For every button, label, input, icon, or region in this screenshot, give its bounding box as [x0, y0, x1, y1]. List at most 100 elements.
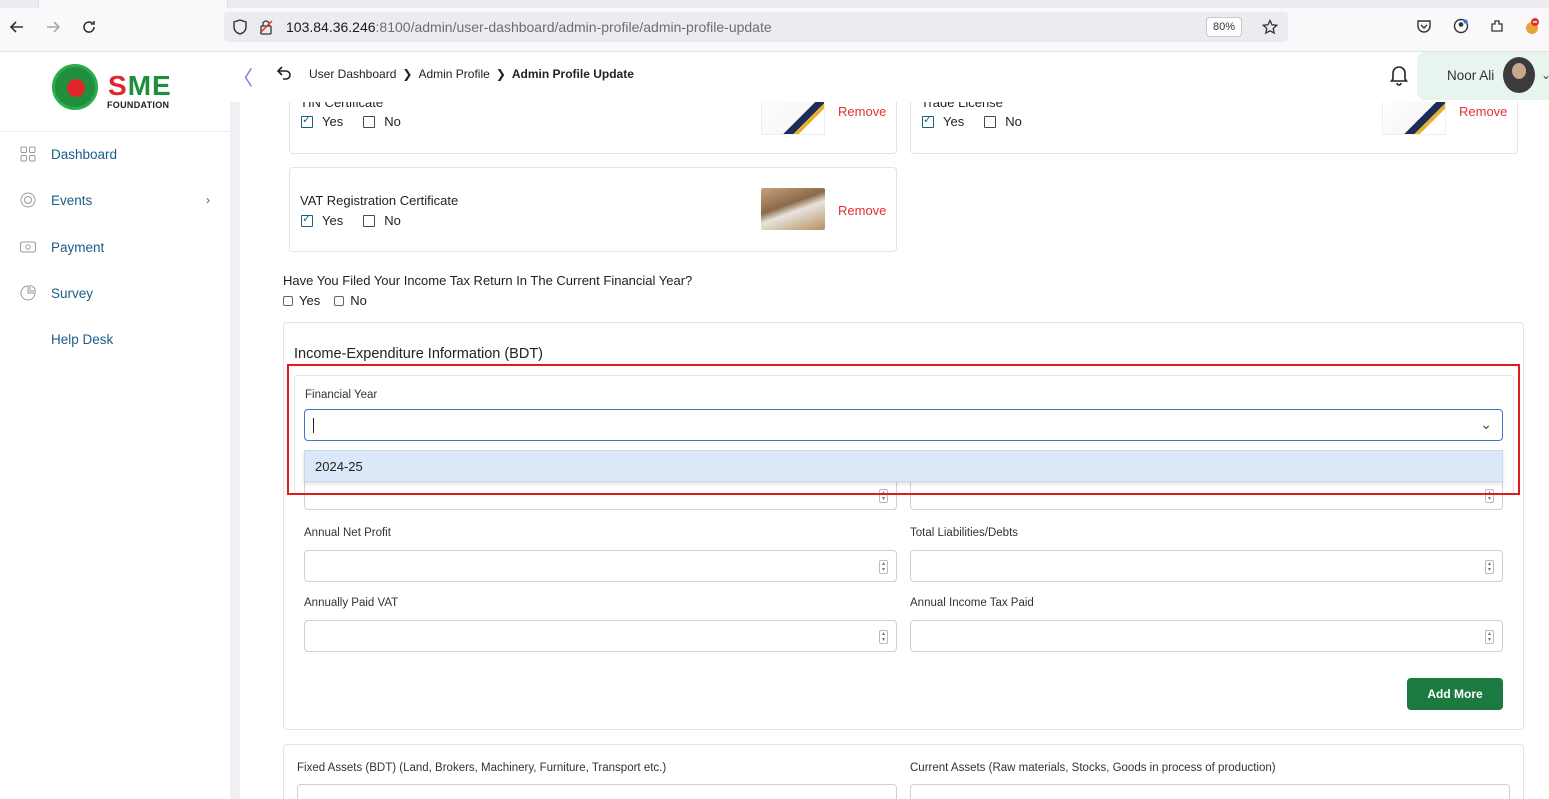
- annual-income-tax-label: Annual Income Tax Paid: [910, 597, 1034, 609]
- sidebar-item-label: Survey: [51, 285, 94, 301]
- breadcrumb-current: Admin Profile Update: [511, 67, 634, 81]
- reload-icon[interactable]: [78, 16, 100, 38]
- chevron-down-icon: ⌄: [1541, 68, 1549, 82]
- sidebar-item-label: Events: [51, 192, 93, 208]
- breadcrumb-user-dashboard[interactable]: User Dashboard: [309, 67, 396, 81]
- trade-license-thumbnail[interactable]: [1382, 102, 1446, 135]
- trade-no-checkbox[interactable]: [984, 115, 997, 128]
- sidebar-item-label: Payment: [51, 239, 105, 255]
- hidden-input-right[interactable]: ▴ ▾: [910, 479, 1503, 510]
- dropdown-option-2024-25[interactable]: 2024-25: [315, 459, 363, 474]
- vat-remove-link[interactable]: Remove: [838, 203, 886, 218]
- income-expenditure-card: Income-Expenditure Information (BDT) Fin…: [283, 322, 1524, 730]
- spinner-icon[interactable]: ▴ ▾: [1485, 489, 1494, 503]
- annual-net-profit-input[interactable]: ▴ ▾: [304, 550, 897, 582]
- active-tab[interactable]: [38, 0, 228, 8]
- breadcrumb: User Dashboard ❯ Admin Profile ❯ Admin P…: [309, 67, 634, 81]
- fixed-assets-input[interactable]: [297, 784, 897, 799]
- annual-income-tax-input[interactable]: ▴ ▾: [910, 620, 1503, 652]
- pie-chart-icon: [18, 283, 38, 303]
- sme-foundation-logo[interactable]: SME FOUNDATION: [52, 60, 174, 112]
- add-more-button[interactable]: Add More: [1407, 678, 1503, 710]
- sidebar-item-payment[interactable]: Payment: [18, 235, 218, 259]
- avatar: [1503, 57, 1535, 93]
- chevron-right-icon: ›: [206, 193, 210, 207]
- chevron-down-icon[interactable]: ⌄: [1480, 416, 1492, 433]
- tin-remove-link[interactable]: Remove: [838, 104, 886, 119]
- url-bar[interactable]: 103.84.36.246:8100/admin/user-dashboard/…: [224, 12, 1288, 42]
- extension-badge-icon[interactable]: [1522, 16, 1542, 36]
- financial-year-dropdown: 2024-25: [304, 450, 1503, 482]
- sidebar-item-survey[interactable]: Survey: [18, 281, 218, 305]
- option-label: Yes: [943, 114, 965, 129]
- user-name: Noor Ali: [1447, 68, 1495, 83]
- url-text: 103.84.36.246:8100/admin/user-dashboard/…: [286, 19, 772, 35]
- tax-yes-checkbox[interactable]: [283, 295, 293, 306]
- insecure-lock-icon[interactable]: [256, 17, 276, 37]
- vat-yes-checkbox[interactable]: [301, 212, 313, 227]
- spinner-icon[interactable]: ▴ ▾: [879, 630, 888, 644]
- current-assets-label: Current Assets (Raw materials, Stocks, G…: [910, 762, 1276, 774]
- logo-letters-me: ME: [127, 70, 172, 101]
- zoom-level[interactable]: 80%: [1205, 17, 1242, 37]
- total-liabilities-input[interactable]: ▴ ▾: [910, 550, 1503, 582]
- shield-icon[interactable]: [230, 17, 250, 37]
- option-label: No: [350, 293, 367, 308]
- sidebar-item-help-desk[interactable]: Help Desk: [18, 327, 218, 351]
- government-seal-icon: [52, 64, 98, 110]
- bookmark-star-icon[interactable]: [1260, 17, 1280, 37]
- text-cursor: [313, 418, 314, 433]
- spinner-icon[interactable]: ▴ ▾: [879, 560, 888, 574]
- back-icon[interactable]: [276, 64, 292, 85]
- tin-yes-checkbox[interactable]: [301, 113, 313, 128]
- tin-certificate-thumbnail[interactable]: [761, 102, 825, 135]
- spinner-icon[interactable]: ▴ ▾: [1485, 630, 1494, 644]
- sidebar-item-label: Dashboard: [51, 146, 118, 162]
- annually-paid-vat-input[interactable]: ▴ ▾: [304, 620, 897, 652]
- vat-no-checkbox[interactable]: [363, 214, 376, 227]
- sidebar-collapse-icon[interactable]: 〈: [233, 62, 253, 91]
- annual-net-profit-label: Annual Net Profit: [304, 527, 391, 539]
- current-assets-input[interactable]: [910, 784, 1510, 799]
- assets-card: Fixed Assets (BDT) (Land, Brokers, Machi…: [283, 744, 1524, 799]
- url-path: :8100/admin/user-dashboard/admin-profile…: [375, 19, 772, 35]
- spinner-icon[interactable]: ▴ ▾: [1485, 560, 1494, 574]
- tax-no-checkbox[interactable]: [334, 295, 345, 306]
- sidebar-divider: [0, 131, 230, 132]
- sidebar-item-dashboard[interactable]: Dashboard: [18, 142, 218, 166]
- chevron-right-icon: ❯: [495, 67, 506, 81]
- trade-options: Yes No: [922, 113, 1042, 129]
- bell-icon[interactable]: [1389, 64, 1409, 86]
- option-label: No: [384, 213, 401, 228]
- extensions-icon[interactable]: [1487, 16, 1507, 36]
- spinner-icon[interactable]: ▴ ▾: [879, 489, 888, 503]
- hidden-input-left[interactable]: ▴ ▾: [304, 479, 897, 510]
- doc-title: Trade License: [921, 102, 1003, 110]
- tin-certificate-card: TIN Certificate Yes No Remove: [289, 102, 897, 154]
- trade-remove-link[interactable]: Remove: [1459, 104, 1507, 119]
- forward-arrow-icon[interactable]: [42, 16, 64, 38]
- help-desk-icon-placeholder: [18, 329, 38, 349]
- option-label: Yes: [322, 114, 344, 129]
- pocket-icon[interactable]: [1414, 16, 1434, 36]
- events-icon: [18, 190, 38, 210]
- grid-icon: [18, 144, 38, 164]
- main-content: TIN Certificate Yes No Remove Trade Lice…: [240, 102, 1549, 799]
- logo-subtitle: FOUNDATION: [107, 100, 170, 110]
- fixed-assets-label: Fixed Assets (BDT) (Land, Brokers, Machi…: [297, 762, 667, 774]
- option-label: Yes: [299, 293, 321, 308]
- breadcrumb-admin-profile[interactable]: Admin Profile: [418, 67, 489, 81]
- doc-title: TIN Certificate: [300, 102, 384, 110]
- tin-no-checkbox[interactable]: [363, 115, 376, 128]
- account-icon[interactable]: [1451, 16, 1471, 36]
- trade-yes-checkbox[interactable]: [922, 113, 934, 128]
- option-label: No: [1005, 114, 1022, 129]
- url-host: 103.84.36.246: [286, 19, 376, 35]
- sidebar-item-events[interactable]: Events ›: [18, 188, 218, 212]
- back-arrow-icon[interactable]: [6, 16, 28, 38]
- vat-certificate-thumbnail[interactable]: [761, 188, 825, 230]
- logo-wordmark: SME: [108, 70, 172, 102]
- financial-year-select[interactable]: ⌄: [304, 409, 1503, 441]
- total-liabilities-label: Total Liabilities/Debts: [910, 527, 1019, 539]
- user-menu[interactable]: Noor Ali ⌄: [1417, 52, 1549, 100]
